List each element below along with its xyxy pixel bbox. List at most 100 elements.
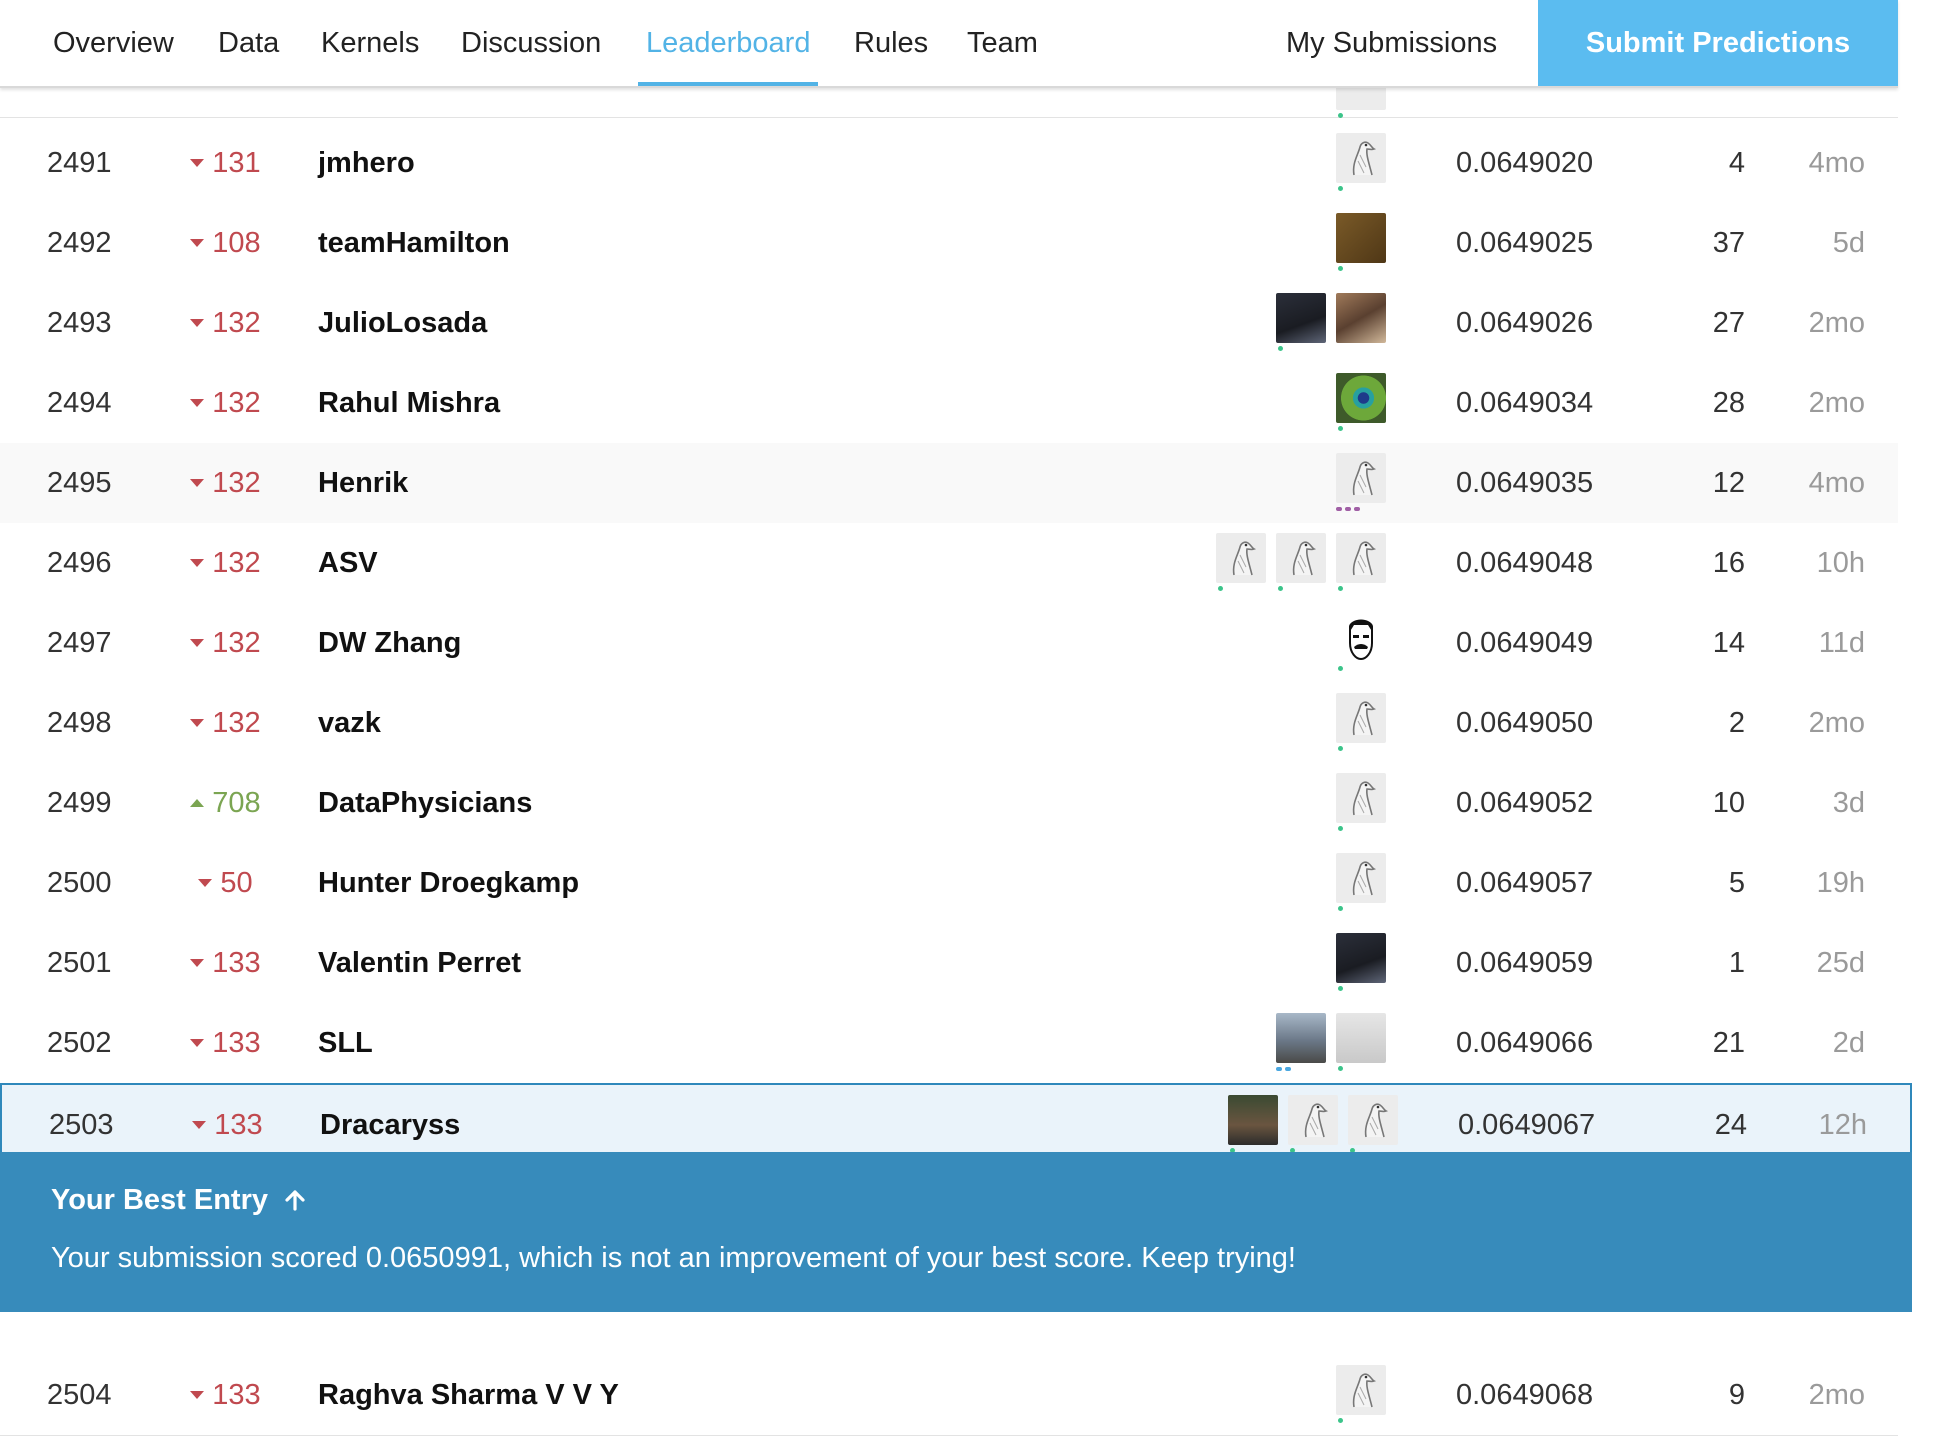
score-cell: 0.0649066 (1456, 1026, 1594, 1059)
avatar[interactable] (1336, 933, 1386, 991)
caret-down-icon (189, 955, 205, 972)
team-name[interactable]: Valentin Perret (318, 923, 521, 1003)
tab-leaderboard[interactable]: Leaderboard (637, 0, 819, 86)
tab-data[interactable]: Data (218, 0, 279, 86)
tab-kernels[interactable]: Kernels (321, 0, 419, 86)
score-cell: 0.0649068 (1456, 1378, 1594, 1411)
rank-cell: 2495 (47, 466, 112, 499)
team-avatars (1336, 933, 1386, 993)
score-cell: 0.0649057 (1456, 866, 1594, 899)
team-name[interactable]: Rahul Mishra (318, 363, 500, 443)
entries-cell: 1 (1728, 946, 1745, 979)
team-name[interactable]: teamHamilton (318, 203, 510, 283)
avatar[interactable] (1336, 373, 1386, 431)
rank-change-value: 132 (212, 706, 261, 739)
rank-change-value: 133 (214, 1108, 263, 1141)
banner-title-text: Your Best Entry (51, 1184, 269, 1216)
rank-change-value: 133 (212, 1026, 261, 1059)
team-avatars (1276, 1013, 1386, 1073)
team-name[interactable]: vazk (318, 683, 381, 763)
status-dot (1338, 426, 1343, 431)
score-cell: 0.0649050 (1456, 706, 1594, 739)
tab-discussion[interactable]: Discussion (461, 0, 601, 86)
last-submission-cell: 5d (1832, 226, 1865, 259)
team-name[interactable]: DW Zhang (318, 603, 461, 683)
rank-change: 133 (170, 1355, 280, 1435)
table-row: 2491 131 jmhero 0.0649020 4 4mo (0, 123, 1898, 204)
status-dots (1336, 507, 1360, 511)
status-dot (1338, 113, 1343, 118)
entries-cell: 16 (1712, 546, 1745, 579)
rank-change-value: 132 (212, 306, 261, 339)
table-row: 2493 132 JulioLosada 0.0649026 27 2mo (0, 283, 1898, 364)
last-submission-cell: 3d (1832, 786, 1865, 819)
team-name[interactable]: Henrik (318, 443, 408, 523)
rank-cell: 2492 (47, 226, 112, 259)
caret-down-icon (191, 1117, 207, 1134)
last-submission-cell: 2d (1832, 1026, 1865, 1059)
score-cell: 0.0649049 (1456, 626, 1594, 659)
status-dot (1338, 1066, 1343, 1071)
avatar[interactable] (1348, 1095, 1398, 1153)
team-name[interactable]: jmhero (318, 123, 415, 203)
team-avatars (1336, 1365, 1386, 1425)
entries-cell: 2 (1728, 706, 1745, 739)
status-dot (1338, 746, 1343, 751)
team-avatars (1228, 1095, 1398, 1155)
entries-cell: 10 (1712, 786, 1745, 819)
tab-team[interactable]: Team (967, 0, 1038, 86)
caret-down-icon (189, 155, 205, 172)
team-avatars (1336, 453, 1386, 513)
my-submissions-link[interactable]: My Submissions (1286, 0, 1497, 86)
last-submission-cell: 2mo (1808, 306, 1865, 339)
submit-predictions-button[interactable]: Submit Predictions (1538, 0, 1898, 86)
rank-cell: 2500 (47, 866, 112, 899)
team-name[interactable]: DataPhysicians (318, 763, 532, 843)
avatar[interactable] (1336, 213, 1386, 271)
team-name[interactable]: JulioLosada (318, 283, 487, 363)
avatar[interactable] (1336, 773, 1386, 831)
team-name[interactable]: ASV (318, 523, 378, 603)
avatar[interactable] (1276, 293, 1326, 351)
entries-cell: 37 (1712, 226, 1745, 259)
team-name[interactable]: Hunter Droegkamp (318, 843, 579, 923)
avatar[interactable] (1288, 1095, 1338, 1153)
table-row-current-user: 2503 133 Dracaryss 0.0649067 24 12h (0, 1083, 1912, 1163)
avatar[interactable] (1336, 453, 1386, 511)
arrow-up-icon[interactable] (276, 1184, 306, 1216)
team-name[interactable]: SLL (318, 1003, 373, 1083)
banner-message: Your submission scored 0.0650991, which … (51, 1242, 1296, 1274)
avatar[interactable] (1336, 533, 1386, 591)
caret-down-icon (189, 235, 205, 252)
rank-cell: 2491 (47, 146, 112, 179)
avatar[interactable] (1336, 133, 1386, 191)
last-submission-cell: 11d (1818, 626, 1865, 659)
avatar[interactable] (1276, 1013, 1326, 1071)
avatar[interactable] (1276, 533, 1326, 591)
status-dot (1338, 986, 1343, 991)
team-avatars (1336, 613, 1386, 673)
avatar[interactable] (1336, 293, 1386, 343)
rank-change: 133 (170, 1003, 280, 1083)
table-row-partial (0, 60, 1898, 118)
avatar[interactable] (1336, 693, 1386, 751)
avatar[interactable] (1336, 1365, 1386, 1423)
tab-overview[interactable]: Overview (53, 0, 174, 86)
team-avatars (1336, 773, 1386, 833)
rank-change: 132 (170, 523, 280, 603)
rank-change-value: 50 (220, 866, 253, 899)
avatar[interactable] (1336, 853, 1386, 911)
avatar[interactable] (1228, 1095, 1278, 1153)
team-name[interactable]: Raghva Sharma V V Y (318, 1355, 619, 1435)
rank-change-value: 132 (212, 546, 261, 579)
avatar[interactable] (1336, 613, 1386, 671)
rank-change: 132 (170, 283, 280, 363)
avatar[interactable] (1216, 533, 1266, 591)
avatar[interactable] (1336, 1013, 1386, 1071)
rank-change: 131 (170, 123, 280, 203)
entries-cell: 9 (1728, 1378, 1745, 1411)
status-dot (1338, 266, 1343, 271)
rank-change: 132 (170, 363, 280, 443)
status-dot (1278, 346, 1283, 351)
tab-rules[interactable]: Rules (854, 0, 928, 86)
